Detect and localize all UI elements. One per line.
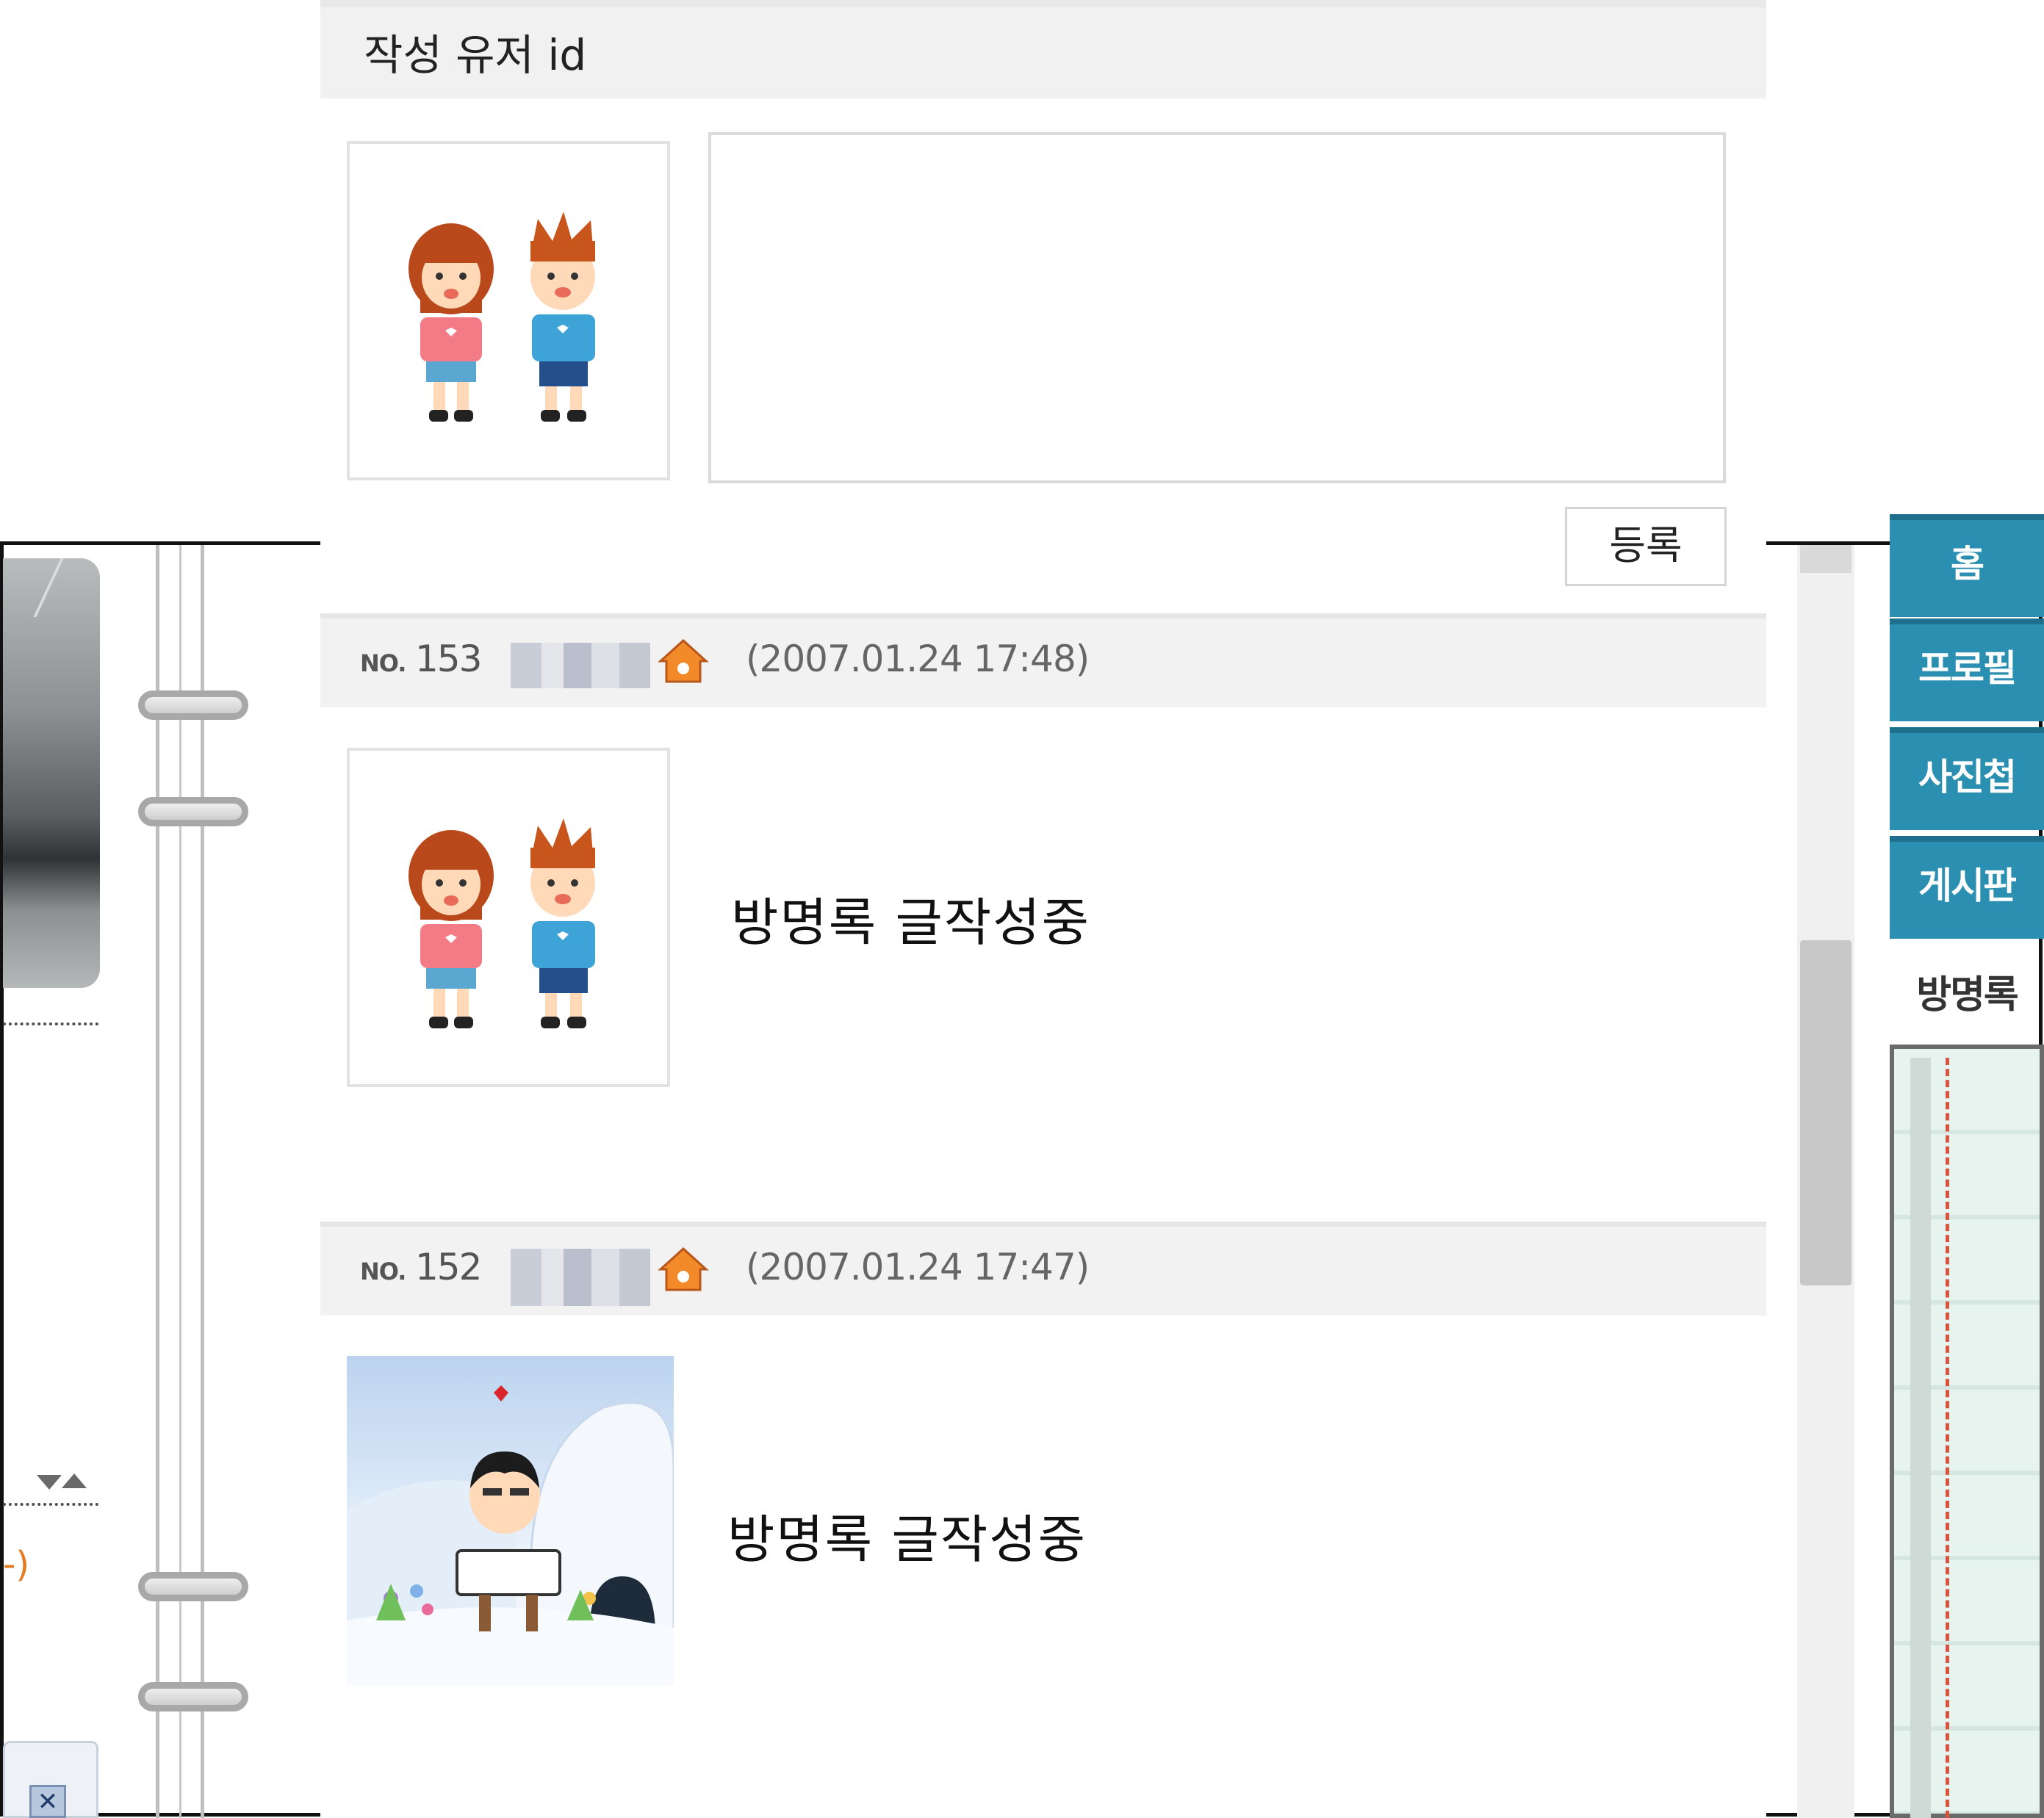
arrow-up-icon[interactable] — [62, 1473, 87, 1488]
dotted-divider — [3, 1503, 98, 1506]
couple-avatar-icon — [409, 212, 595, 422]
tab-guestbook[interactable]: 방명록 — [1890, 955, 2044, 1036]
author-name-blurred[interactable] — [511, 643, 650, 688]
entry-message: 방명록 글작성중 — [731, 892, 1091, 953]
partial-link-text: -) — [3, 1544, 30, 1585]
home-icon[interactable] — [658, 1244, 709, 1296]
home-icon[interactable] — [658, 636, 709, 688]
binder-ring-icon — [138, 1572, 248, 1601]
tab-profile[interactable]: 프로필 — [1890, 618, 2044, 721]
side-panel-dashed-line — [1946, 1058, 1949, 1818]
compose-avatar — [347, 141, 670, 480]
close-icon[interactable]: ✕ — [29, 1785, 66, 1818]
igloo-avatar-icon — [347, 1385, 674, 1685]
tab-board[interactable]: 게시판 — [1890, 836, 2044, 939]
entry-date: (2007.01.24 17:48) — [746, 638, 1090, 680]
entry-date: (2007.01.24 17:47) — [746, 1246, 1090, 1288]
scrollbar-up-button[interactable] — [1800, 545, 1852, 573]
entry-no-prefix: NO. — [360, 649, 406, 677]
tab-home[interactable]: 홈 — [1890, 514, 2044, 617]
entry-avatar — [347, 1356, 674, 1685]
binder-ring-icon — [138, 690, 248, 720]
entry-number: 152 — [415, 1246, 482, 1288]
binder-ring-icon — [138, 1682, 248, 1711]
tab-photos[interactable]: 사진첩 — [1890, 727, 2044, 830]
binder-ring-icon — [138, 797, 248, 826]
entry-avatar — [347, 748, 670, 1087]
arrow-down-icon[interactable] — [37, 1475, 62, 1490]
submit-button[interactable]: 등록 — [1565, 507, 1727, 586]
couple-avatar-icon — [409, 818, 595, 1028]
message-textarea[interactable] — [708, 132, 1726, 483]
author-id-label: 작성 유저 id — [364, 30, 587, 80]
profile-photo — [3, 558, 100, 988]
scrollbar-thumb[interactable] — [1800, 940, 1852, 1285]
dotted-divider — [3, 1022, 98, 1025]
entry-number: 153 — [415, 638, 482, 680]
entry-message: 방명록 글작성중 — [727, 1509, 1087, 1570]
binder-spine-line — [179, 545, 181, 1818]
side-panel-strip — [1910, 1058, 1931, 1818]
author-name-blurred[interactable] — [511, 1249, 650, 1306]
entry-no-prefix: NO. — [360, 1258, 406, 1285]
